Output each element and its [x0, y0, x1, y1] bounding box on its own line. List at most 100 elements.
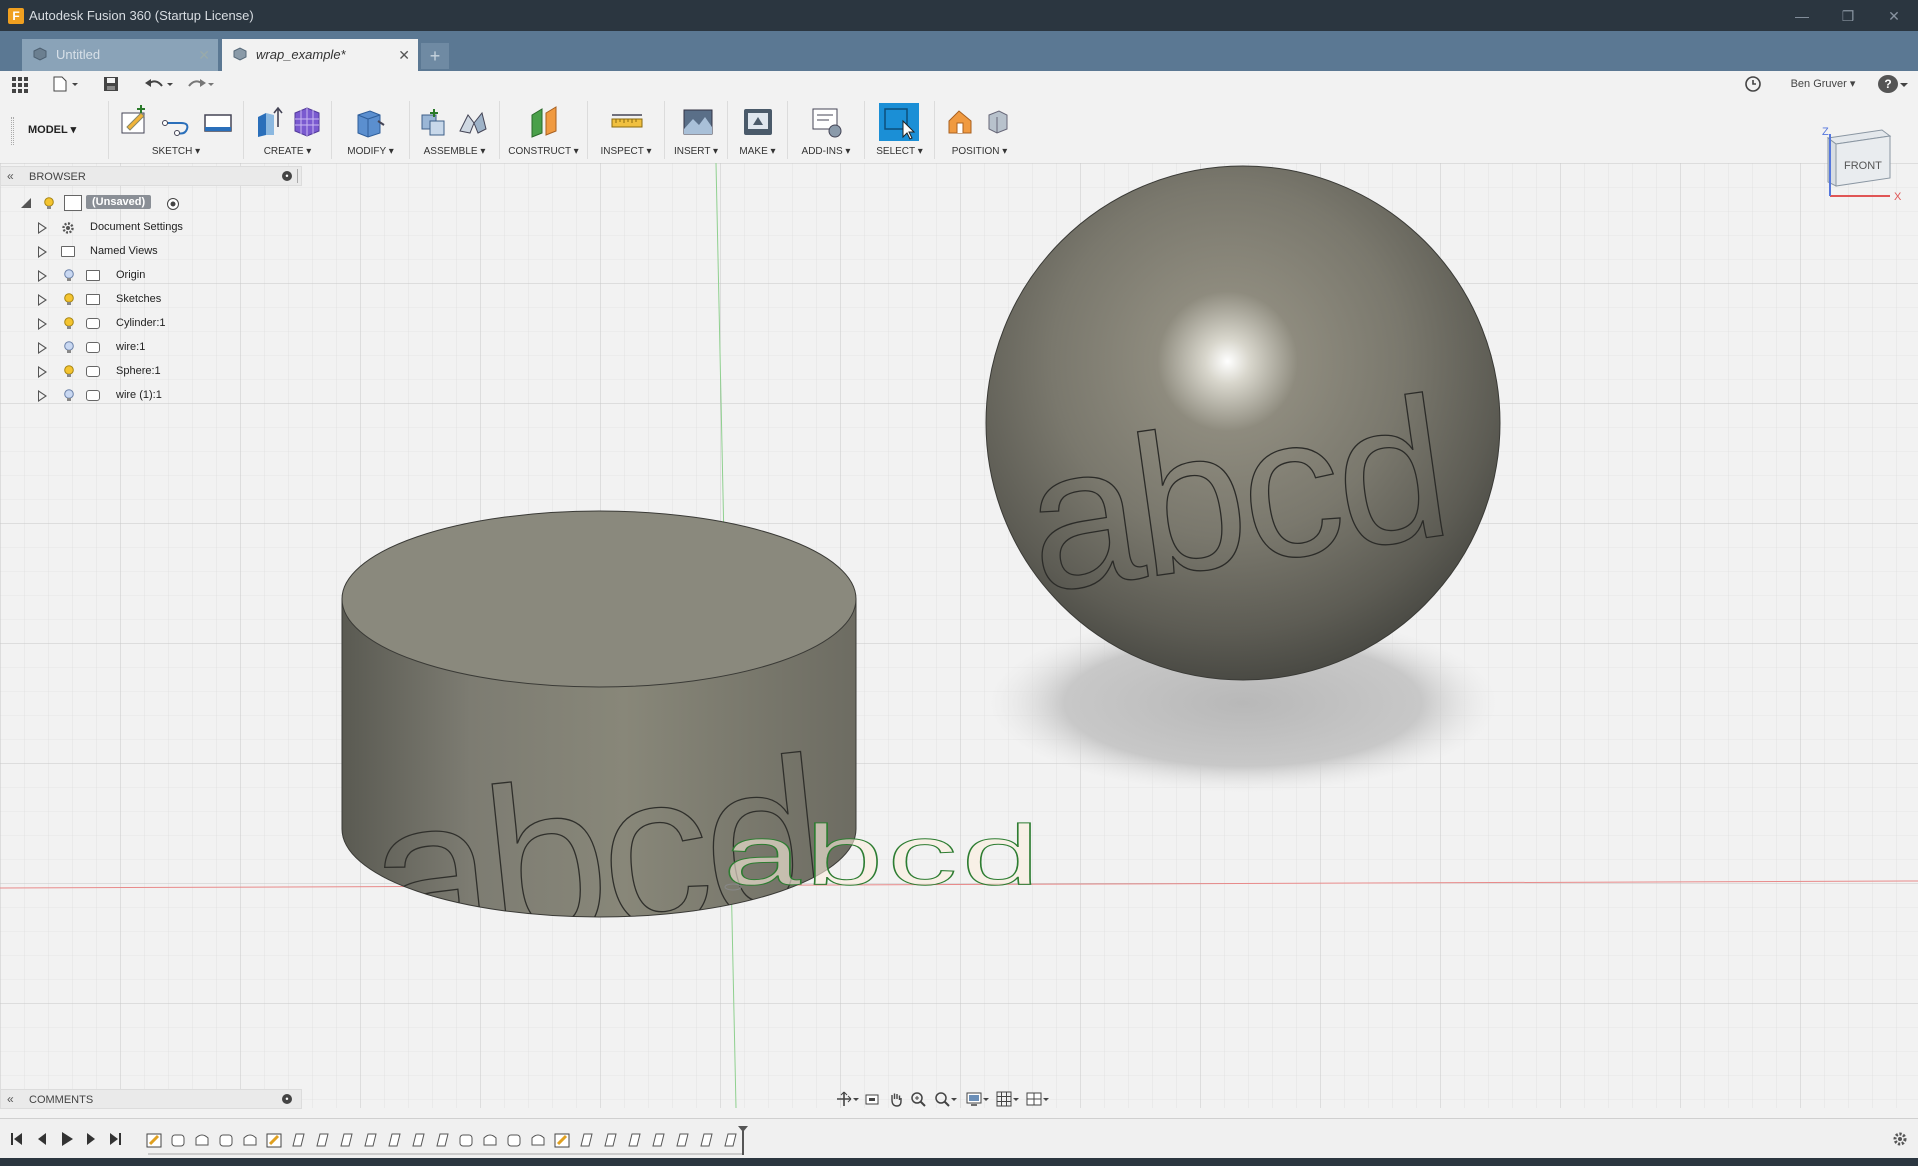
capture-position-icon[interactable]	[943, 105, 977, 139]
timeline-sketch-icon[interactable]	[554, 1132, 570, 1148]
browser-item-sketches[interactable]: Sketches	[0, 289, 300, 311]
user-account-menu[interactable]: Ben Gruver ▾	[1786, 74, 1860, 94]
sphere-body[interactable]: abcd	[985, 165, 1501, 681]
browser-item-document-settings[interactable]: Document Settings	[0, 217, 300, 239]
step-back-icon[interactable]	[35, 1132, 49, 1146]
dropdown-arrow-icon[interactable]	[950, 1091, 958, 1107]
play-icon[interactable]	[60, 1132, 74, 1146]
panel-resize-handle[interactable]	[297, 169, 299, 183]
dropdown-arrow-icon[interactable]	[982, 1091, 990, 1107]
timeline-body-icon[interactable]	[218, 1132, 234, 1148]
redo-icon[interactable]	[183, 74, 217, 94]
timeline-body-icon[interactable]	[170, 1132, 186, 1148]
visibility-bulb-icon[interactable]	[64, 317, 74, 330]
expand-arrow-icon[interactable]	[38, 222, 47, 234]
expand-arrow-icon[interactable]	[38, 318, 47, 330]
offset-plane-icon[interactable]	[528, 105, 562, 139]
expand-arrow-icon[interactable]	[38, 342, 47, 354]
workspace-switcher[interactable]: MODEL ▾	[28, 123, 76, 136]
insert-canvas-icon[interactable]	[681, 105, 715, 139]
timeline-marker[interactable]	[737, 1125, 749, 1155]
browser-item-sphere[interactable]: Sphere:1	[0, 361, 300, 383]
inspect-menu[interactable]: INSPECT ▾	[588, 146, 664, 157]
go-to-start-icon[interactable]	[10, 1132, 24, 1146]
expand-arrow-icon[interactable]	[38, 294, 47, 306]
construct-menu[interactable]: CONSTRUCT ▾	[500, 146, 587, 157]
new-tab-button[interactable]: +	[421, 43, 449, 69]
collapse-double-arrow-icon[interactable]: «	[7, 169, 14, 183]
dropdown-arrow-icon[interactable]	[1012, 1091, 1020, 1107]
make-menu[interactable]: MAKE ▾	[728, 146, 787, 157]
pan-hand-icon[interactable]	[888, 1091, 904, 1107]
expand-collapse-icon[interactable]	[20, 197, 32, 209]
go-to-end-icon[interactable]	[108, 1132, 122, 1146]
activate-radio-icon[interactable]	[166, 197, 180, 211]
timeline-wrap-icon[interactable]	[722, 1132, 738, 1148]
timeline-wrap-icon[interactable]	[314, 1132, 330, 1148]
minimize-button[interactable]: —	[1790, 6, 1814, 26]
browser-item-wire-1[interactable]: wire (1):1	[0, 385, 300, 407]
visibility-bulb-off-icon[interactable]	[64, 389, 74, 402]
create-sketch-icon[interactable]	[117, 105, 151, 139]
grid-snap-icon[interactable]	[996, 1091, 1012, 1107]
timeline-wrap-icon[interactable]	[602, 1132, 618, 1148]
visibility-bulb-off-icon[interactable]	[64, 269, 74, 282]
timeline-wrap-icon[interactable]	[410, 1132, 426, 1148]
expand-arrow-icon[interactable]	[38, 246, 47, 258]
sketch-menu[interactable]: SKETCH ▾	[109, 146, 243, 157]
position-menu[interactable]: POSITION ▾	[935, 146, 1024, 157]
create-menu[interactable]: CREATE ▾	[244, 146, 331, 157]
help-dropdown-icon[interactable]	[1898, 74, 1910, 94]
close-window-button[interactable]: ✕	[1882, 6, 1906, 26]
dropdown-arrow-icon[interactable]	[852, 1091, 860, 1107]
select-arrow-icon[interactable]	[879, 103, 919, 141]
viewcube[interactable]: FRONT Z X	[1818, 124, 1908, 204]
visibility-bulb-icon[interactable]	[64, 365, 74, 378]
file-menu-icon[interactable]	[50, 74, 80, 94]
timeline-body-icon[interactable]	[458, 1132, 474, 1148]
close-tab-icon[interactable]: ✕	[398, 39, 410, 71]
timeline-wrap-icon[interactable]	[362, 1132, 378, 1148]
press-pull-icon[interactable]	[352, 105, 386, 139]
measure-icon[interactable]	[610, 105, 644, 139]
fit-zoom-icon[interactable]	[934, 1091, 950, 1107]
revert-position-icon[interactable]	[981, 105, 1015, 139]
insert-menu[interactable]: INSERT ▾	[665, 146, 727, 157]
timeline-wrap-icon[interactable]	[578, 1132, 594, 1148]
browser-item-cylinder[interactable]: Cylinder:1	[0, 313, 300, 335]
new-component-icon[interactable]	[416, 105, 450, 139]
scripts-addins-icon[interactable]	[810, 105, 844, 139]
display-settings-icon[interactable]	[966, 1091, 982, 1107]
toolbar-grip[interactable]	[11, 117, 14, 145]
timeline-wrap-icon[interactable]	[626, 1132, 642, 1148]
3d-print-icon[interactable]	[741, 105, 775, 139]
timeline-wrap-icon[interactable]	[674, 1132, 690, 1148]
undo-icon[interactable]	[142, 74, 176, 94]
browser-pin-icon[interactable]: •	[282, 171, 292, 181]
expand-arrow-icon[interactable]	[38, 390, 47, 402]
timeline-wrap-icon[interactable]	[338, 1132, 354, 1148]
job-status-clock-icon[interactable]	[1743, 74, 1763, 94]
comments-pin-icon[interactable]: •	[282, 1094, 292, 1104]
timeline-wrap-icon[interactable]	[698, 1132, 714, 1148]
visibility-bulb-off-icon[interactable]	[64, 341, 74, 354]
sketch-profile-text[interactable]: abcd	[723, 808, 1044, 904]
timeline-body-icon[interactable]	[242, 1132, 258, 1148]
browser-item-origin[interactable]: Origin	[0, 265, 300, 287]
comments-panel-header[interactable]: « COMMENTS •	[0, 1089, 302, 1109]
form-icon[interactable]	[290, 105, 324, 139]
timeline-wrap-icon[interactable]	[386, 1132, 402, 1148]
maximize-button[interactable]: ❒	[1836, 6, 1860, 26]
visibility-bulb-icon[interactable]	[44, 197, 54, 210]
browser-root-row[interactable]: (Unsaved)	[0, 193, 300, 215]
browser-item-wire[interactable]: wire:1	[0, 337, 300, 359]
timeline-settings-gear-icon[interactable]	[1892, 1131, 1908, 1147]
browser-item-named-views[interactable]: Named Views	[0, 241, 300, 263]
expand-arrow-icon[interactable]	[38, 366, 47, 378]
zoom-icon[interactable]	[910, 1091, 926, 1107]
save-icon[interactable]	[101, 74, 121, 94]
expand-arrow-icon[interactable]	[38, 270, 47, 282]
line-sketch-icon[interactable]	[159, 105, 193, 139]
help-icon[interactable]: ?	[1878, 75, 1898, 93]
step-forward-icon[interactable]	[84, 1132, 98, 1146]
